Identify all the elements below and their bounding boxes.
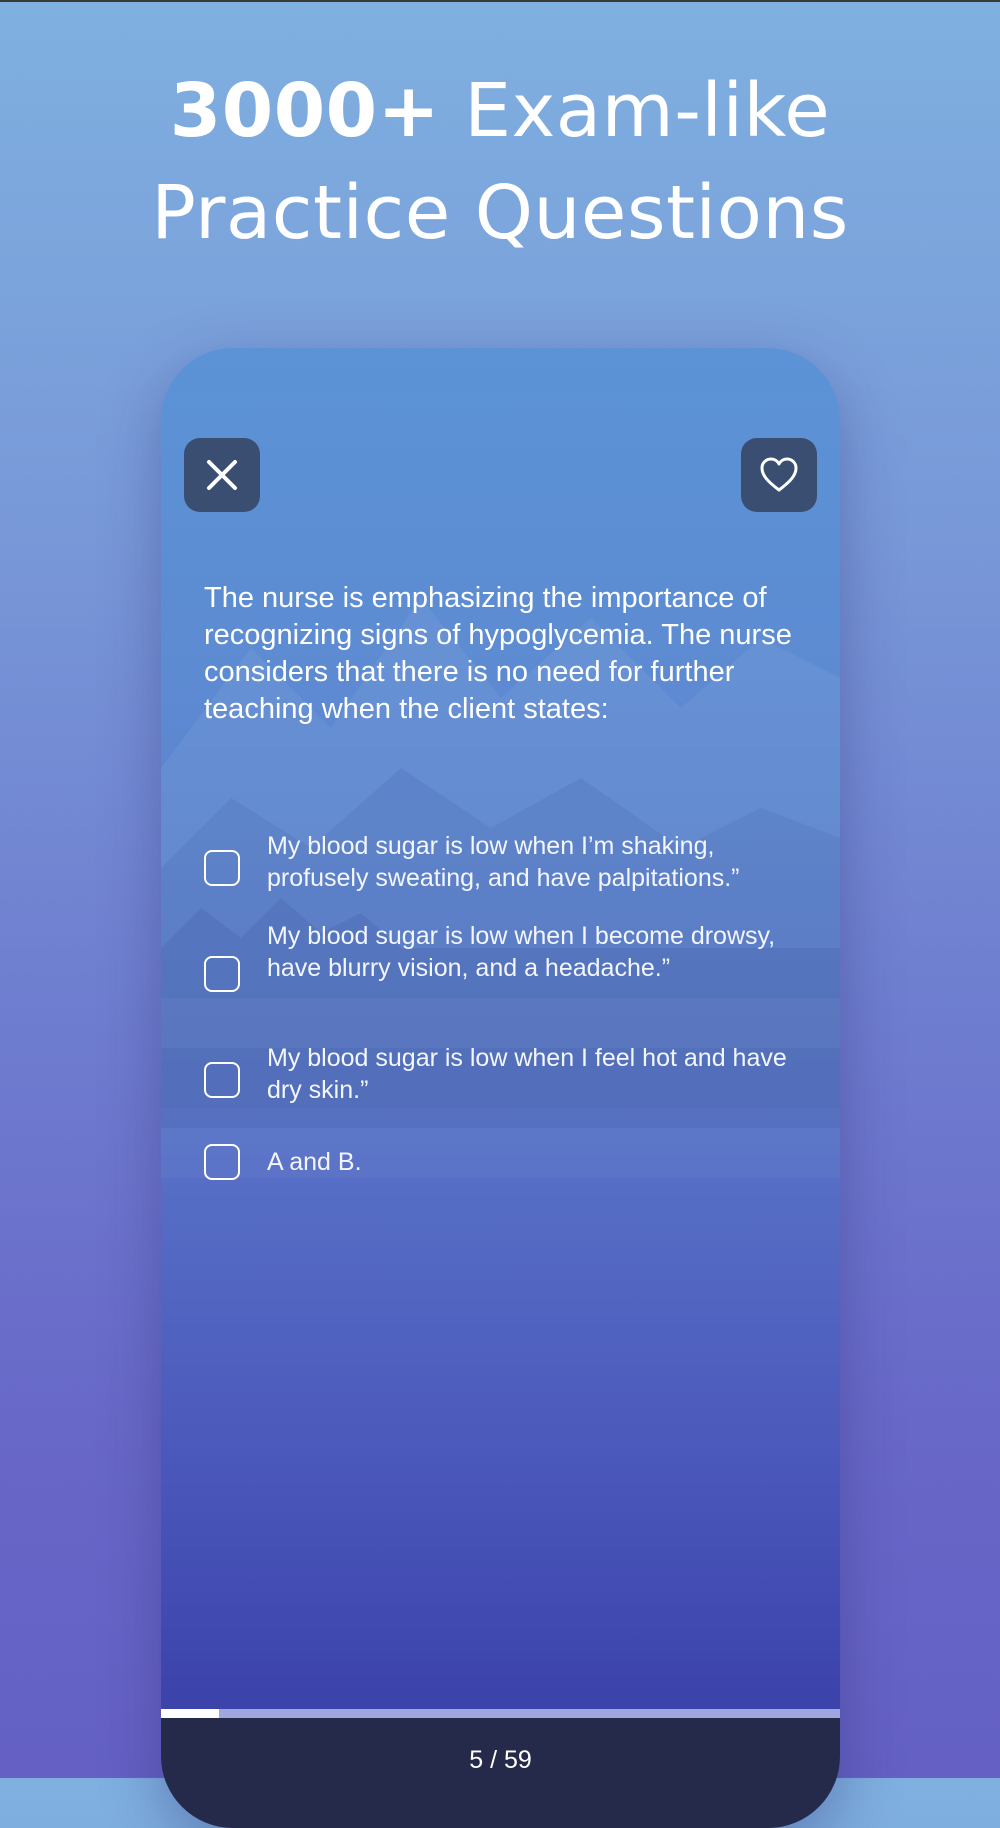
headline-line-1-rest: Exam-like [440, 68, 831, 154]
favorite-button[interactable] [741, 438, 817, 512]
phone-mockup: The nurse is emphasizing the importance … [161, 348, 840, 1828]
answer-checkbox-3[interactable] [204, 1062, 240, 1098]
heart-icon [760, 457, 798, 492]
headline-line-2: Practice Questions [151, 170, 849, 256]
close-button[interactable] [184, 438, 260, 512]
answer-option-label-2: My blood sugar is low when I become drow… [267, 922, 776, 982]
close-icon [207, 460, 237, 490]
top-divider [0, 0, 1000, 2]
answer-checkbox-4[interactable] [204, 1144, 240, 1180]
answer-option-label-4: A and B. [267, 1148, 362, 1176]
question-counter-bar: 5 / 59 [161, 1718, 840, 1828]
promo-headline: 3000+ Exam-like Practice Questions [0, 60, 1000, 264]
question-text: The nurse is emphasizing the importance … [204, 582, 792, 725]
answer-option-label-1: My blood sugar is low when I’m shaking, … [267, 832, 740, 892]
answer-checkbox-1[interactable] [204, 850, 240, 886]
progress-bar-fill [161, 1709, 219, 1718]
headline-line-1: 3000+ Exam-like [0, 60, 1000, 162]
answer-option-label-3: My blood sugar is low when I feel hot an… [267, 1044, 787, 1104]
answer-checkbox-2[interactable] [204, 956, 240, 992]
progress-bar [161, 1709, 840, 1718]
headline-count: 3000+ [169, 68, 441, 154]
question-counter: 5 / 59 [469, 1746, 532, 1774]
